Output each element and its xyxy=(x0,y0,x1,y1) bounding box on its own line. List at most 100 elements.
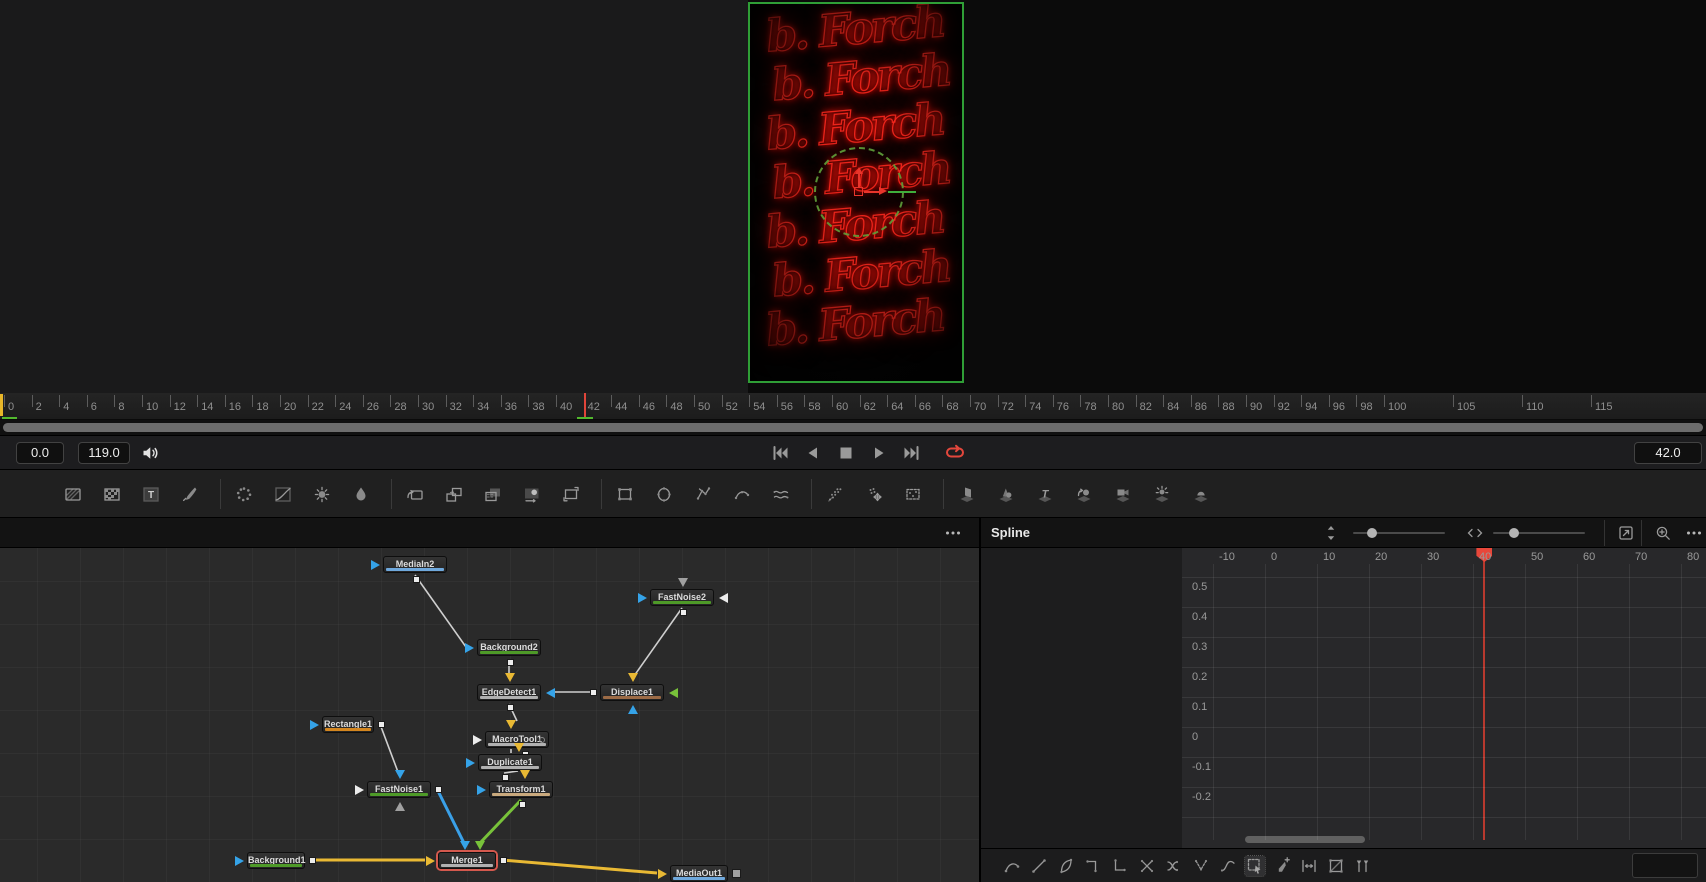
spline-tool-ease-icon[interactable] xyxy=(1056,856,1076,876)
fast-noise-tool-icon[interactable] xyxy=(99,481,125,507)
node-right-connector[interactable] xyxy=(719,592,728,603)
channel-booleans-tool-icon[interactable] xyxy=(441,481,467,507)
node-left-connector[interactable] xyxy=(355,784,364,795)
color-curves-tool-icon[interactable] xyxy=(270,481,296,507)
transform-angle-handle[interactable] xyxy=(888,190,916,193)
node-right-connector[interactable] xyxy=(669,687,678,698)
spline-playhead[interactable] xyxy=(1483,548,1486,840)
node-left-connector[interactable] xyxy=(590,689,597,696)
spline-graph[interactable]: -10 0 10 20 30 40 50 60 70 80 0.5 0.4 0.3 0.2 0.1 0 -0.1… xyxy=(1182,548,1706,848)
node-fastnoise2[interactable]: FastNoise2 xyxy=(638,578,728,616)
paint-mask-tool-icon[interactable] xyxy=(768,481,794,507)
timeline-scrollbar[interactable] xyxy=(0,420,1706,436)
image-plane-3d-tool-icon[interactable] xyxy=(954,481,980,507)
spline-tool-swap-icon[interactable] xyxy=(1164,856,1184,876)
node-displace1[interactable]: Displace1 xyxy=(590,673,678,714)
vertical-zoom-knob[interactable] xyxy=(1367,528,1377,538)
spot-light-tool-icon[interactable] xyxy=(1149,481,1175,507)
range-end-input[interactable]: 119.0 xyxy=(78,442,130,464)
node-edgedetect1[interactable]: EdgeDetect1 xyxy=(477,673,555,711)
paint-tool-icon[interactable] xyxy=(177,481,203,507)
node-top-connector[interactable] xyxy=(394,770,405,779)
spline-tool-time-stretch-icon[interactable] xyxy=(1299,856,1319,876)
spline-tool-box-select-icon[interactable] xyxy=(1244,855,1266,877)
node-background2[interactable]: Background2 xyxy=(465,639,541,666)
node-right-connector[interactable] xyxy=(732,869,741,878)
node-left-connector[interactable] xyxy=(310,719,319,730)
horizontal-zoom-icon[interactable] xyxy=(1465,523,1485,543)
stop-button[interactable] xyxy=(836,443,856,463)
node-bottom-connector[interactable] xyxy=(394,802,405,811)
render-range-start-marker[interactable] xyxy=(0,394,3,416)
node-left-connector[interactable] xyxy=(658,868,667,879)
go-to-end-button[interactable] xyxy=(902,443,922,463)
range-start-input[interactable]: 0.0 xyxy=(16,442,64,464)
node-right-connector[interactable] xyxy=(378,721,385,728)
spline-tool-step-out-icon[interactable] xyxy=(1110,856,1130,876)
node-bottom-connector[interactable] xyxy=(506,659,514,666)
play-reverse-button[interactable] xyxy=(803,443,823,463)
node-bottom-connector[interactable] xyxy=(502,774,510,781)
spline-tool-step-in-icon[interactable] xyxy=(1083,856,1103,876)
node-top-connector[interactable] xyxy=(519,770,530,779)
color-corrector-tool-icon[interactable] xyxy=(231,481,257,507)
text-plus-tool-icon[interactable]: T xyxy=(138,481,164,507)
text-3d-tool-icon[interactable]: T xyxy=(1032,481,1058,507)
node-left-connector[interactable] xyxy=(473,734,482,745)
transform-tool-icon[interactable] xyxy=(558,481,584,507)
node-mediain2[interactable]: MediaIn2 xyxy=(371,556,447,583)
spline-tool-invert-icon[interactable] xyxy=(1137,856,1157,876)
node-left-connector[interactable] xyxy=(466,757,475,768)
timeline-scrollbar-thumb[interactable] xyxy=(3,423,1703,432)
go-to-start-button[interactable] xyxy=(770,443,790,463)
spline-tool-shape-box-icon[interactable] xyxy=(1326,856,1346,876)
node-bottom-connector[interactable] xyxy=(679,609,687,616)
play-forward-button[interactable] xyxy=(869,443,889,463)
node-bottom-connector[interactable] xyxy=(514,743,525,752)
shape-3d-tool-icon[interactable] xyxy=(993,481,1019,507)
spline-tool-mirror-icon[interactable] xyxy=(1191,856,1211,876)
spline-tool-linear-icon[interactable] xyxy=(1029,856,1049,876)
spline-options-icon[interactable] xyxy=(1684,523,1704,543)
node-transform1[interactable]: Transform1 xyxy=(477,770,553,808)
node-merge1[interactable]: Merge1 xyxy=(426,841,507,869)
node-left-connector[interactable] xyxy=(235,855,244,866)
merge-3d-tool-icon[interactable] xyxy=(1071,481,1097,507)
node-top-connector[interactable] xyxy=(677,578,688,587)
node-editor-options-icon[interactable] xyxy=(943,523,963,543)
transform-center-handle[interactable] xyxy=(854,187,863,196)
transform-x-arrow[interactable] xyxy=(879,187,887,195)
p-render-tool-icon[interactable] xyxy=(861,481,887,507)
horizontal-zoom-slider[interactable] xyxy=(1493,528,1585,538)
current-frame-input[interactable]: 42.0 xyxy=(1634,442,1702,464)
node-left-connector[interactable] xyxy=(426,855,435,866)
node-right-connector[interactable] xyxy=(546,687,555,698)
background-tool-icon[interactable] xyxy=(60,481,86,507)
brightness-contrast-tool-icon[interactable] xyxy=(309,481,335,507)
node-bottom-connector[interactable] xyxy=(412,576,420,583)
timeline-ruler[interactable]: 0 2 4 6 8 10 12 14 16 18 20 22 24 26 28 30 32 34 36 38 40 42 4… xyxy=(0,393,1706,420)
zoom-fit-icon[interactable] xyxy=(1653,523,1673,543)
node-bottom-connector[interactable] xyxy=(506,720,517,729)
chroma-keyer-tool-icon[interactable] xyxy=(519,481,545,507)
transform-y-arrow[interactable] xyxy=(855,167,863,174)
node-top-connector[interactable] xyxy=(459,841,470,850)
vertical-zoom-slider[interactable] xyxy=(1353,528,1445,538)
node-right-connector[interactable] xyxy=(435,786,442,793)
node-fastnoise1[interactable]: FastNoise1 xyxy=(355,770,442,811)
node-bottom-connector[interactable] xyxy=(627,705,638,714)
ellipse-mask-tool-icon[interactable] xyxy=(651,481,677,507)
node-left-connector[interactable] xyxy=(477,784,486,795)
spline-filter-input[interactable] xyxy=(1632,853,1698,878)
playhead[interactable] xyxy=(583,393,586,419)
node-top-connector[interactable] xyxy=(475,841,486,850)
spline-tool-s-curve-icon[interactable] xyxy=(1218,856,1238,876)
horizontal-zoom-knob[interactable] xyxy=(1509,528,1519,538)
expand-panel-icon[interactable] xyxy=(1616,523,1636,543)
bspline-mask-tool-icon[interactable] xyxy=(729,481,755,507)
vertical-zoom-icon[interactable] xyxy=(1321,523,1341,543)
loop-button[interactable] xyxy=(945,443,965,463)
node-bottom-connector[interactable] xyxy=(506,704,514,711)
node-bottom-connector[interactable] xyxy=(518,801,526,808)
spline-scrollbar-thumb[interactable] xyxy=(1245,836,1365,843)
